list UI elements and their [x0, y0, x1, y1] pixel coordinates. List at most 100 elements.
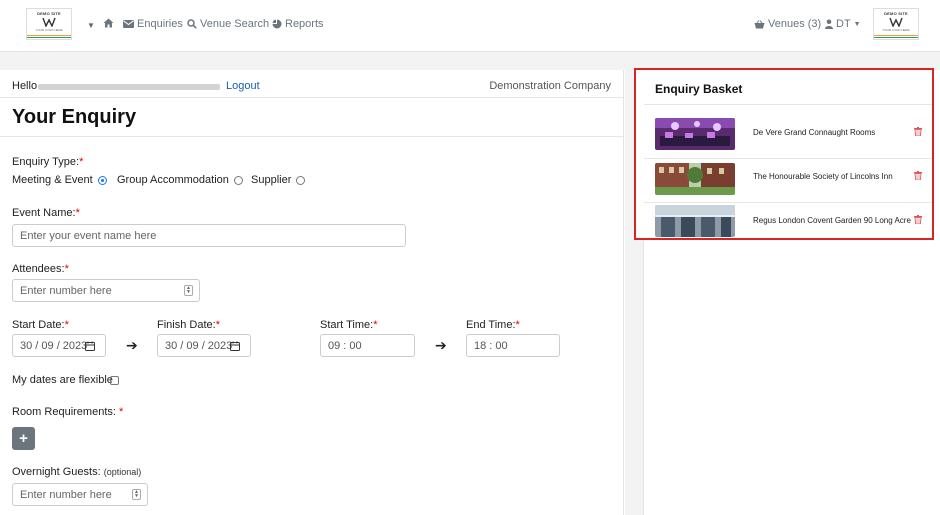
radio-group-accommodation-button[interactable]: [233, 175, 243, 185]
start-time-label: Start Time:*: [320, 319, 377, 331]
event-name-label-text: Event Name:: [12, 207, 76, 219]
end-time-label-text: End Time:: [466, 319, 516, 331]
radio-supplier-label: Supplier: [251, 174, 292, 186]
finish-date-label: Finish Date:*: [157, 319, 220, 331]
finish-date-label-text: Finish Date:: [157, 319, 216, 331]
start-time-input[interactable]: 09 : 00: [320, 334, 415, 357]
venue-name[interactable]: De Vere Grand Connaught Rooms: [753, 128, 875, 137]
date-range-arrow-icon: ➔: [126, 337, 138, 353]
start-date-label: Start Date:*: [12, 319, 69, 331]
radio-meeting-event-button[interactable]: [97, 175, 107, 185]
user-icon: [825, 19, 833, 29]
venue-thumbnail: [655, 163, 735, 195]
required-marker: *: [373, 319, 378, 331]
radio-meeting-event[interactable]: Meeting & Event: [12, 174, 107, 186]
basket-divider: [644, 104, 932, 105]
nav-venue-search-label: Venue Search: [200, 18, 270, 30]
flexible-dates-label: My dates are flexible: [12, 374, 113, 386]
time-range-arrow-icon: ➔: [435, 337, 447, 353]
end-time-value: 18 : 00: [474, 339, 508, 352]
client-logo: DEMO SITE YOUR LOGO HERE: [873, 8, 919, 40]
enquiry-basket: Enquiry Basket De Vere Grand Connaught R…: [634, 68, 934, 240]
event-name-label: Event Name:*: [12, 207, 80, 219]
start-date-input[interactable]: 30 / 09 / 2023: [12, 334, 106, 357]
attendees-placeholder: Enter number here: [20, 284, 112, 297]
radio-meeting-event-label: Meeting & Event: [12, 174, 93, 186]
overnight-stepper-icon[interactable]: ▲ ▼: [132, 489, 141, 500]
trash-icon[interactable]: [914, 127, 922, 136]
finish-date-input[interactable]: 30 / 09 / 2023: [157, 334, 251, 357]
pie-chart-icon: [272, 19, 282, 29]
basket-title: Enquiry Basket: [655, 82, 743, 96]
home-icon: [103, 18, 114, 28]
required-marker: *: [64, 263, 69, 275]
venue-name[interactable]: The Honourable Society of Lincolns Inn: [753, 172, 893, 181]
required-marker: *: [79, 156, 84, 168]
finish-date-value: 30 / 09 / 2023: [165, 339, 233, 352]
calendar-icon[interactable]: [230, 341, 240, 351]
room-requirements-label-text: Room Requirements:: [12, 406, 116, 418]
logo-mark-icon: [42, 17, 56, 27]
venue-thumbnail: [655, 205, 735, 237]
overnight-guests-input[interactable]: Enter number here ▲ ▼: [12, 483, 148, 506]
radio-group-accommodation[interactable]: Group Accommodation: [117, 174, 243, 186]
basket-item[interactable]: Regus London Covent Garden 90 Long Acre: [644, 202, 932, 244]
logo-subtitle: YOUR LOGO HERE: [35, 28, 63, 32]
logo-stripe-orange: [27, 35, 71, 36]
nav-home[interactable]: [103, 18, 114, 28]
nav-enquiries[interactable]: Enquiries: [123, 18, 183, 30]
logo-dropdown-caret-icon[interactable]: ▼: [87, 21, 95, 30]
page-title: Your Enquiry: [12, 106, 137, 128]
calendar-icon[interactable]: [85, 341, 95, 351]
required-marker: *: [215, 319, 220, 331]
end-time-label: End Time:*: [466, 319, 520, 331]
end-time-input[interactable]: 18 : 00: [466, 334, 560, 357]
required-marker: *: [64, 319, 69, 331]
event-name-input[interactable]: Enter your event name here: [12, 224, 406, 247]
event-name-placeholder: Enter your event name here: [20, 229, 157, 242]
nav-venues-label: Venues (3): [768, 18, 822, 30]
basket-icon: [754, 19, 765, 28]
nav-enquiries-label: Enquiries: [137, 18, 183, 30]
hello-text: Hello: [12, 80, 38, 92]
attendees-label: Attendees:*: [12, 263, 69, 275]
radio-group-accommodation-label: Group Accommodation: [117, 174, 229, 186]
overnight-guests-label: Overnight Guests: (optional): [12, 466, 141, 478]
client-logo-subtitle: YOUR LOGO HERE: [882, 28, 910, 32]
radio-supplier-button[interactable]: [296, 175, 306, 185]
overnight-guests-label-text: Overnight Guests:: [12, 466, 101, 478]
start-date-value: 30 / 09 / 2023: [20, 339, 88, 352]
title-divider: [0, 136, 623, 137]
venue-name[interactable]: Regus London Covent Garden 90 Long Acre: [753, 216, 911, 225]
enquiry-form-panel: Hello Logout Demonstration Company Your …: [0, 70, 624, 515]
venue-thumbnail: [655, 118, 735, 150]
venue-photo-image: [655, 163, 735, 195]
site-logo[interactable]: DEMO SITE YOUR LOGO HERE: [26, 8, 72, 40]
start-time-value: 09 : 00: [328, 339, 362, 352]
nav-user-menu[interactable]: DT ▼: [825, 18, 861, 30]
nav-venue-search[interactable]: Venue Search: [187, 18, 269, 30]
attendees-input[interactable]: Enter number here ▲ ▼: [12, 279, 200, 302]
attendees-stepper-icon[interactable]: ▲ ▼: [184, 285, 193, 296]
nav-reports-label: Reports: [285, 18, 324, 30]
nav-reports[interactable]: Reports: [272, 18, 324, 30]
start-time-label-text: Start Time:: [320, 319, 374, 331]
logout-link[interactable]: Logout: [226, 80, 260, 92]
nav-venues-basket[interactable]: Venues (3): [754, 18, 821, 30]
optional-marker: (optional): [103, 467, 142, 477]
nav-user-label: DT: [836, 18, 851, 30]
client-logo-title: DEMO SITE: [884, 11, 908, 16]
logo-title: DEMO SITE: [37, 11, 61, 16]
required-marker: *: [119, 406, 124, 418]
search-icon: [187, 19, 197, 29]
flexible-dates-checkbox[interactable]: [110, 376, 119, 385]
required-marker: *: [515, 319, 520, 331]
radio-supplier[interactable]: Supplier: [251, 174, 306, 186]
enquiry-type-label: Enquiry Type:*: [12, 156, 83, 168]
start-date-label-text: Start Date:: [12, 319, 65, 331]
trash-icon[interactable]: [914, 171, 922, 180]
trash-icon[interactable]: [914, 215, 922, 224]
add-room-button[interactable]: +: [12, 427, 35, 450]
basket-item[interactable]: De Vere Grand Connaught Rooms: [644, 114, 932, 156]
basket-item[interactable]: The Honourable Society of Lincolns Inn: [644, 158, 932, 200]
